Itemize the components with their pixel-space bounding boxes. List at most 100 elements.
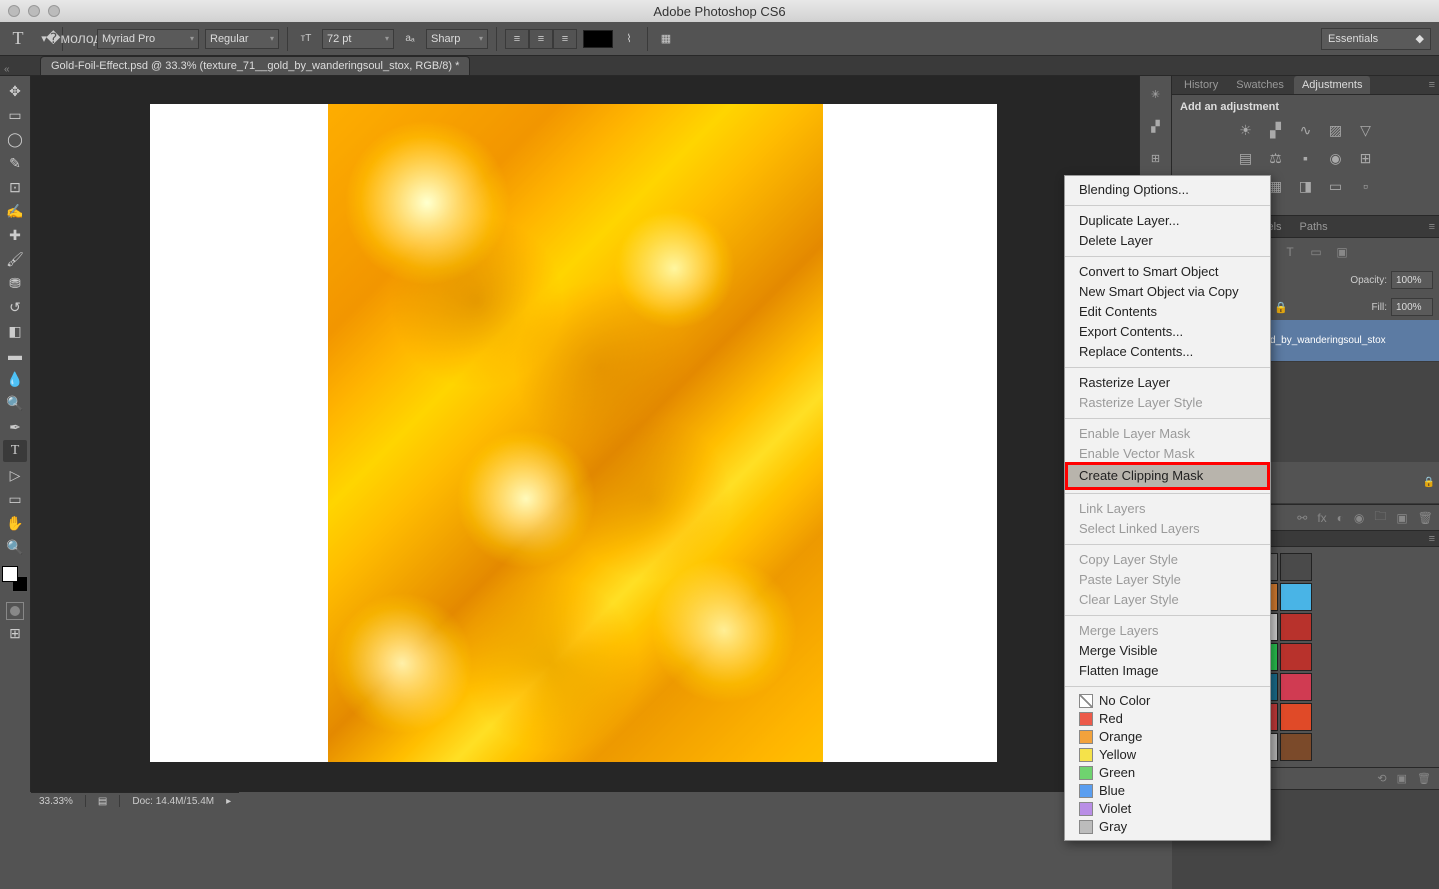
warp-text-icon[interactable]: ⌇ [619, 29, 639, 49]
context-menu-color-item[interactable]: Blue [1065, 782, 1270, 800]
paths-tab[interactable]: Paths [1292, 218, 1336, 236]
brightness-icon[interactable]: ☀ [1236, 121, 1256, 139]
pen-tool[interactable]: ✒ [3, 416, 27, 438]
context-menu-item[interactable]: Merge Visible [1065, 641, 1270, 661]
align-right-button[interactable]: ≡ [553, 29, 577, 49]
context-menu-item[interactable]: New Smart Object via Copy [1065, 282, 1270, 302]
screen-mode-toggle[interactable]: ⊞ [3, 622, 27, 644]
histogram-panel-icon[interactable]: ▞ [1144, 114, 1168, 138]
swatches-delete-icon[interactable]: 🗑 [1417, 772, 1431, 785]
context-menu-item[interactable]: Create Clipping Mask [1067, 464, 1268, 488]
eyedropper-tool[interactable]: ✍ [3, 200, 27, 222]
filter-shape-icon[interactable]: ▭ [1306, 244, 1326, 260]
context-menu-item[interactable]: Delete Layer [1065, 231, 1270, 251]
quick-select-tool[interactable]: ✎ [3, 152, 27, 174]
window-zoom-button[interactable] [48, 5, 60, 17]
color-balance-icon[interactable]: ⚖ [1266, 149, 1286, 167]
hand-tool[interactable]: ✋ [3, 512, 27, 534]
context-menu-color-item[interactable]: Red [1065, 710, 1270, 728]
context-menu-item[interactable]: Replace Contents... [1065, 342, 1270, 362]
swatch-item[interactable] [1280, 643, 1312, 671]
anti-alias-dropdown[interactable]: Sharp▾ [426, 29, 488, 49]
canvas-area[interactable] [31, 76, 1139, 792]
workspace-switcher[interactable]: Essentials◆ [1321, 28, 1431, 50]
context-menu-item[interactable]: Export Contents... [1065, 322, 1270, 342]
swatch-item[interactable] [1280, 733, 1312, 761]
layers-panel-menu-icon[interactable]: ≡ [1429, 221, 1435, 233]
layer-mask-icon[interactable]: ◐ [1337, 511, 1344, 525]
context-menu-color-item[interactable]: Orange [1065, 728, 1270, 746]
swatch-item[interactable] [1280, 553, 1312, 581]
swatches-panel-menu-icon[interactable]: ≡ [1429, 533, 1435, 545]
history-brush-tool[interactable]: ↺ [3, 296, 27, 318]
levels-icon[interactable]: ▞ [1266, 121, 1286, 139]
swatch-item[interactable] [1280, 703, 1312, 731]
exposure-icon[interactable]: ▨ [1326, 121, 1346, 139]
curves-icon[interactable]: ∿ [1296, 121, 1316, 139]
context-menu-color-item[interactable]: Yellow [1065, 746, 1270, 764]
history-tab[interactable]: History [1176, 76, 1226, 94]
window-close-button[interactable] [8, 5, 20, 17]
zoom-tool[interactable]: 🔍 [3, 536, 27, 558]
photo-filter-icon[interactable]: ◉ [1326, 149, 1346, 167]
swatches-reset-icon[interactable]: ⟲ [1377, 772, 1386, 785]
window-minimize-button[interactable] [28, 5, 40, 17]
navigator-panel-icon[interactable]: ⊞ [1144, 146, 1168, 170]
move-tool[interactable]: ✥ [3, 80, 27, 102]
font-size-dropdown[interactable]: 72 pt▾ [322, 29, 394, 49]
swatch-item[interactable] [1280, 583, 1312, 611]
new-layer-icon[interactable]: ▣ [1396, 511, 1407, 525]
film-strip-icon[interactable]: ▤ [98, 796, 107, 807]
gradient-tool[interactable]: ▬ [3, 344, 27, 366]
context-menu-color-item[interactable]: Gray [1065, 818, 1270, 836]
type-tool[interactable]: T [3, 440, 27, 462]
tab-collapse-icon[interactable]: « [4, 64, 10, 75]
context-menu-item[interactable]: Blending Options... [1065, 180, 1270, 200]
context-menu-color-item[interactable]: No Color [1065, 692, 1270, 710]
gradient-map-icon[interactable]: ▭ [1326, 177, 1346, 195]
context-menu-item[interactable]: Duplicate Layer... [1065, 211, 1270, 231]
bw-icon[interactable]: ▪ [1296, 149, 1316, 167]
adjustments-tab[interactable]: Adjustments [1294, 76, 1371, 94]
brush-tool[interactable]: 🖌 [3, 248, 27, 270]
clone-stamp-tool[interactable]: ⛃ [3, 272, 27, 294]
threshold-icon[interactable]: ◨ [1296, 177, 1316, 195]
adjustment-layer-icon[interactable]: ◉ [1354, 511, 1364, 525]
channel-mixer-icon[interactable]: ⊞ [1356, 149, 1376, 167]
character-panel-icon[interactable]: ▦ [656, 29, 676, 49]
path-selection-tool[interactable]: ▷ [3, 464, 27, 486]
context-menu-color-item[interactable]: Violet [1065, 800, 1270, 818]
context-menu-item[interactable]: Edit Contents [1065, 302, 1270, 322]
selective-color-icon[interactable]: ▫ [1356, 177, 1376, 195]
color-swatches[interactable] [2, 566, 28, 592]
rectangle-tool[interactable]: ▭ [3, 488, 27, 510]
marquee-tool[interactable]: ▭ [3, 104, 27, 126]
panel-menu-icon[interactable]: ≡ [1429, 79, 1435, 91]
swatch-item[interactable] [1280, 613, 1312, 641]
lock-all-icon[interactable]: 🔒 [1272, 299, 1290, 315]
align-left-button[interactable]: ≡ [505, 29, 529, 49]
quick-mask-toggle[interactable] [6, 602, 24, 620]
color-panel-icon[interactable]: ✳ [1144, 82, 1168, 106]
link-layers-icon[interactable]: ⚯ [1297, 511, 1307, 525]
swatches-tab[interactable]: Swatches [1228, 76, 1292, 94]
lasso-tool[interactable]: ◯ [3, 128, 27, 150]
delete-layer-icon[interactable]: 🗑 [1418, 511, 1433, 525]
opacity-input[interactable]: 100% [1391, 271, 1433, 289]
foreground-color-swatch[interactable] [2, 566, 18, 582]
font-family-dropdown[interactable]: Myriad Pro▾ [97, 29, 199, 49]
eraser-tool[interactable]: ◧ [3, 320, 27, 342]
text-orientation-icon[interactable]: �молодь↕ [71, 29, 91, 49]
text-color-swatch[interactable] [583, 30, 613, 48]
font-style-dropdown[interactable]: Regular▾ [205, 29, 279, 49]
vibrance-icon[interactable]: ▽ [1356, 121, 1376, 139]
context-menu-color-item[interactable]: Green [1065, 764, 1270, 782]
context-menu-item[interactable]: Convert to Smart Object [1065, 262, 1270, 282]
context-menu-item[interactable]: Rasterize Layer [1065, 373, 1270, 393]
status-dropdown-icon[interactable]: ▸ [226, 796, 231, 807]
healing-brush-tool[interactable]: ✚ [3, 224, 27, 246]
layer-effects-icon[interactable]: fx [1317, 511, 1326, 525]
crop-tool[interactable]: ⊡ [3, 176, 27, 198]
align-center-button[interactable]: ≡ [529, 29, 553, 49]
filter-type-icon[interactable]: T [1280, 244, 1300, 260]
